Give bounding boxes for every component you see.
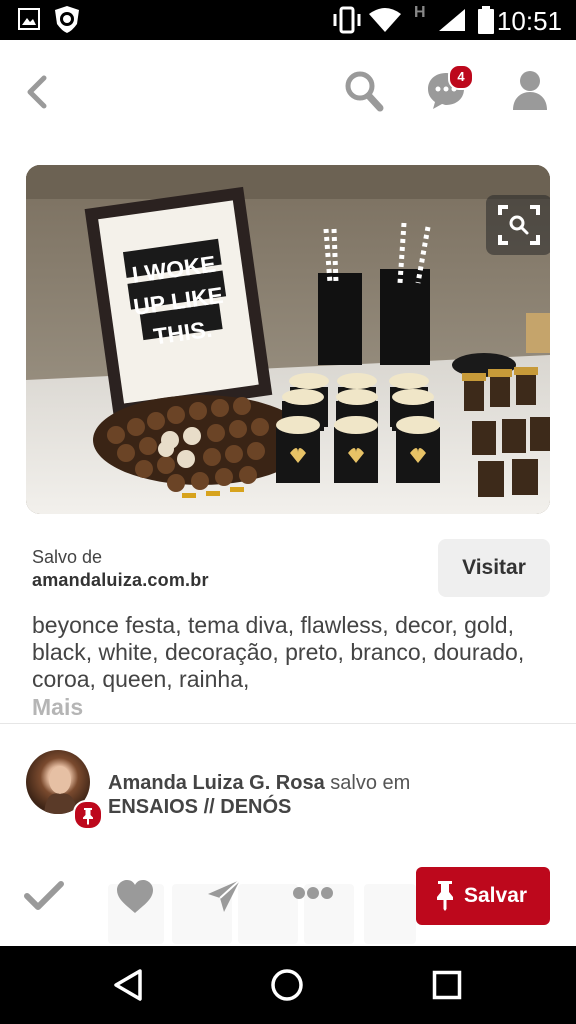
clock: 10:51 (496, 6, 562, 36)
vibrate-icon (333, 6, 361, 34)
party-table-photo: I WOKE UP LIKE THIS. (26, 165, 550, 514)
battery-icon (478, 6, 494, 34)
nav-recents-icon[interactable] (432, 970, 462, 1000)
back-icon[interactable] (22, 74, 50, 110)
pin-badge (73, 800, 103, 830)
related-preview (238, 884, 298, 944)
saved-in-text: salvo em (330, 772, 411, 794)
wifi-icon (369, 8, 401, 32)
pin-image[interactable]: I WOKE UP LIKE THIS. (26, 165, 550, 514)
notification-badge: 4 (448, 64, 474, 90)
search-icon[interactable] (344, 70, 384, 112)
save-button-label: Salvar (464, 884, 528, 907)
signal-icon (439, 9, 465, 31)
saved-from-label: Salvo de (32, 547, 103, 567)
visual-search-icon (498, 205, 540, 245)
gallery-notification-icon (18, 8, 40, 30)
status-bar: H 10:51 (0, 0, 576, 40)
top-navigation (0, 40, 576, 140)
heart-icon[interactable] (116, 880, 154, 914)
pin-icon (83, 808, 93, 825)
source-domain-link[interactable]: amandaluiza.com.br (32, 570, 209, 591)
app-notification-icon (55, 6, 79, 33)
divider (0, 723, 576, 724)
send-icon[interactable] (206, 878, 242, 914)
profile-icon[interactable] (512, 70, 548, 110)
check-icon[interactable] (24, 880, 64, 912)
nav-back-icon[interactable] (112, 968, 144, 1002)
visit-button[interactable]: Visitar (438, 539, 550, 597)
nav-home-icon[interactable] (270, 968, 304, 1002)
system-navigation-bar (0, 946, 576, 1024)
board-name[interactable]: ENSAIOS // DENÓS (108, 796, 291, 818)
pin-description: beyonce festa, tema diva, flawless, deco… (32, 612, 525, 692)
popcorn-boxes (276, 373, 440, 483)
network-type: H (414, 4, 426, 21)
saver-info: Amanda Luiza G. Rosa salvo em ENSAIOS //… (108, 771, 548, 819)
saver-name[interactable]: Amanda Luiza G. Rosa (108, 772, 325, 794)
pin-icon (437, 881, 453, 911)
more-icon[interactable] (292, 886, 334, 900)
visual-search-button[interactable] (486, 195, 550, 255)
more-link[interactable]: Mais (32, 694, 552, 724)
save-button[interactable]: Salvar (416, 867, 550, 925)
related-preview (364, 884, 416, 944)
